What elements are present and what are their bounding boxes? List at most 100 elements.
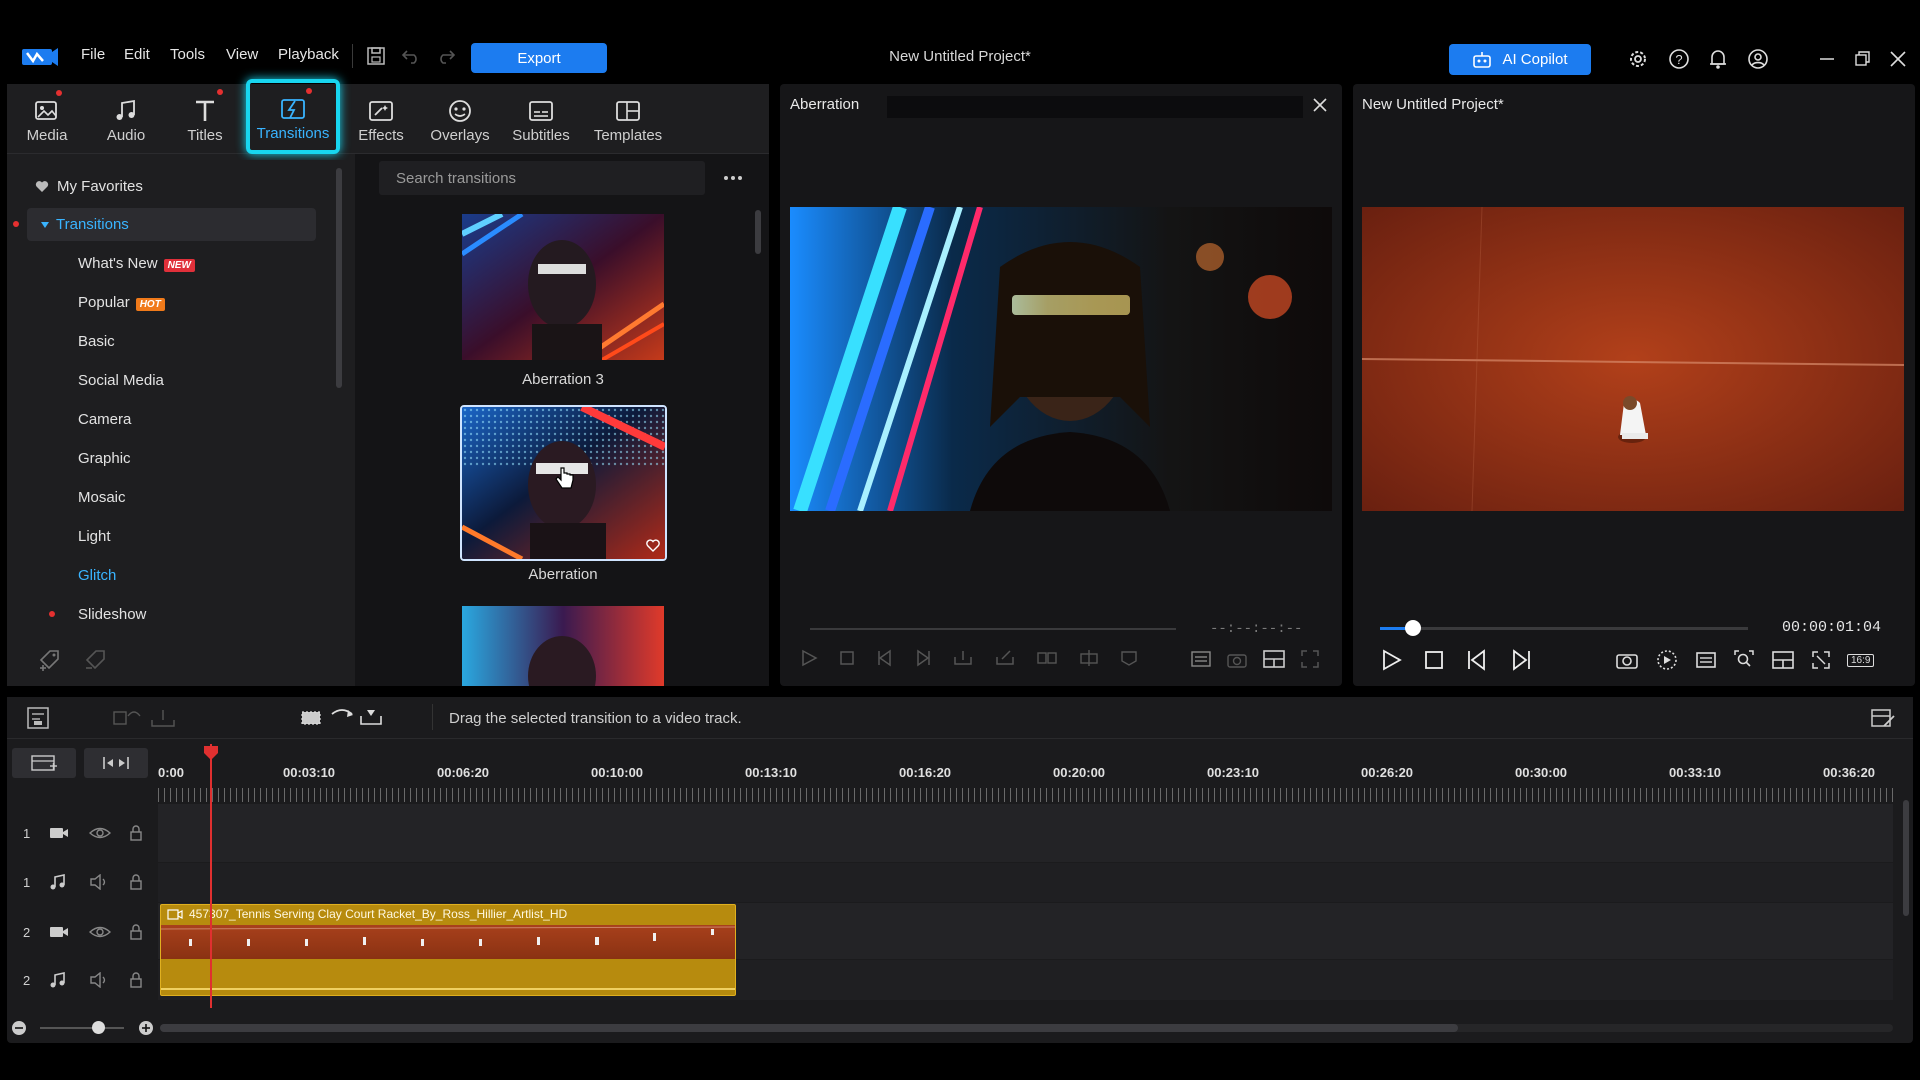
restore-icon[interactable] — [1853, 50, 1871, 68]
zoom-out-icon[interactable] — [11, 1020, 27, 1036]
lock-icon[interactable] — [129, 825, 143, 841]
tag-icon[interactable] — [1120, 649, 1138, 667]
mark-out-icon[interactable] — [994, 649, 1016, 667]
timeline-horizontal-scrollbar[interactable] — [160, 1024, 1458, 1032]
play-icon[interactable] — [800, 649, 818, 667]
next-frame-icon[interactable] — [914, 649, 932, 667]
tab-overlays[interactable]: Overlays — [421, 86, 499, 152]
tree-item-camera[interactable]: Camera — [78, 411, 131, 428]
speaker-icon[interactable] — [89, 874, 111, 890]
previous-frame-icon[interactable] — [876, 649, 894, 667]
tab-subtitles[interactable]: Subtitles — [502, 86, 580, 152]
clip-seek-bar[interactable] — [810, 628, 1176, 630]
snapshot-camera-icon[interactable] — [1615, 650, 1639, 670]
lock-icon[interactable] — [129, 874, 143, 890]
account-icon[interactable] — [1747, 48, 1769, 70]
favorite-heart-icon[interactable] — [646, 539, 660, 552]
save-icon[interactable] — [366, 46, 386, 66]
ai-copilot-button[interactable]: AI Copilot — [1449, 44, 1591, 75]
previous-frame-icon[interactable] — [1466, 649, 1488, 671]
fit-timeline-button[interactable] — [84, 748, 148, 778]
clip-preview-video[interactable] — [790, 207, 1332, 511]
tab-effects[interactable]: Effects — [342, 86, 420, 152]
project-seek-bar[interactable] — [1380, 627, 1748, 630]
tree-item-graphic[interactable]: Graphic — [78, 450, 131, 467]
notification-bell-icon[interactable] — [1708, 48, 1728, 70]
tree-item-mosaic[interactable]: Mosaic — [78, 489, 126, 506]
tree-my-favorites[interactable]: My Favorites — [35, 178, 143, 195]
add-tag-icon[interactable] — [38, 648, 64, 672]
tree-item-popular[interactable]: Popular HOT — [78, 294, 165, 311]
tab-transitions[interactable]: Transitions — [246, 79, 340, 154]
add-transition-icon[interactable] — [300, 706, 326, 730]
timeline-vertical-scrollbar[interactable] — [1903, 800, 1909, 916]
zoom-slider-handle[interactable] — [92, 1021, 105, 1034]
zoom-slider[interactable] — [40, 1027, 124, 1029]
more-options-icon[interactable] — [722, 170, 744, 186]
menu-file[interactable]: File — [81, 46, 105, 63]
timeline-video-clip[interactable]: 457307_Tennis Serving Clay Court Racket_… — [160, 904, 736, 996]
fullscreen-icon[interactable] — [1300, 649, 1320, 669]
transition-curve-icon[interactable] — [330, 706, 354, 730]
undo-icon[interactable] — [401, 47, 421, 65]
zoom-in-icon[interactable] — [138, 1020, 154, 1036]
tree-item-basic[interactable]: Basic — [78, 333, 115, 350]
render-preview-icon[interactable] — [1655, 649, 1679, 671]
transition-thumb-partial[interactable] — [462, 606, 664, 686]
tree-item-whats-new[interactable]: What's New NEW — [78, 255, 195, 272]
timeline-edit-icon[interactable] — [1870, 706, 1896, 730]
menu-edit[interactable]: Edit — [124, 46, 150, 63]
grid-scrollbar[interactable] — [755, 210, 761, 254]
stop-icon[interactable] — [1424, 650, 1444, 670]
captions-icon[interactable] — [1695, 650, 1717, 670]
mark-in-icon[interactable] — [952, 649, 974, 667]
export-button[interactable]: Export — [471, 43, 607, 73]
tree-item-light[interactable]: Light — [78, 528, 111, 545]
lock-icon[interactable] — [129, 972, 143, 988]
tab-titles[interactable]: Titles — [166, 86, 244, 152]
layout-icon[interactable] — [1262, 649, 1286, 669]
transition-mark-icon[interactable] — [358, 706, 384, 730]
close-window-icon[interactable] — [1889, 50, 1907, 68]
captions-icon[interactable] — [1190, 650, 1212, 668]
remove-tag-icon[interactable] — [84, 648, 110, 672]
layout-icon[interactable] — [1771, 650, 1795, 670]
stop-icon[interactable] — [838, 649, 856, 667]
tree-item-glitch[interactable]: Glitch — [78, 567, 116, 584]
tree-item-social-media[interactable]: Social Media — [78, 372, 164, 389]
tree-scrollbar[interactable] — [336, 168, 342, 388]
close-preview-icon[interactable] — [1312, 97, 1328, 113]
aspect-ratio-button[interactable]: 16:9 — [1847, 653, 1875, 667]
tab-templates[interactable]: Templates — [588, 86, 668, 152]
timeline-settings-icon[interactable] — [26, 706, 50, 730]
lock-icon[interactable] — [129, 924, 143, 940]
visibility-eye-icon[interactable] — [89, 826, 111, 840]
trim-clip-icon[interactable] — [148, 706, 178, 730]
track-lane-video-1[interactable] — [158, 804, 1893, 862]
tree-transitions-root[interactable]: Transitions — [27, 208, 316, 241]
help-icon[interactable]: ? — [1668, 48, 1690, 70]
insert-icon[interactable] — [1036, 649, 1058, 667]
fullscreen-icon[interactable] — [1811, 650, 1831, 670]
settings-gear-icon[interactable] — [1627, 48, 1649, 70]
split-clip-icon[interactable] — [112, 706, 142, 730]
menu-tools[interactable]: Tools — [170, 46, 205, 63]
overwrite-icon[interactable] — [1078, 649, 1100, 667]
menu-view[interactable]: View — [226, 46, 258, 63]
play-icon[interactable] — [1380, 649, 1402, 671]
zoom-icon[interactable] — [1733, 649, 1755, 671]
tab-audio[interactable]: Audio — [87, 86, 165, 152]
redo-icon[interactable] — [436, 47, 456, 65]
tab-media[interactable]: Media — [8, 86, 86, 152]
tree-item-slideshow[interactable]: Slideshow — [78, 606, 146, 623]
speaker-icon[interactable] — [89, 972, 111, 988]
next-frame-icon[interactable] — [1510, 649, 1532, 671]
menu-playback[interactable]: Playback — [278, 46, 339, 63]
transition-thumb-aberration-3[interactable] — [462, 214, 664, 360]
project-seek-handle[interactable] — [1405, 620, 1421, 636]
minimize-icon[interactable] — [1818, 50, 1836, 68]
snapshot-camera-icon[interactable] — [1226, 650, 1248, 668]
playhead-handle-icon[interactable] — [202, 744, 220, 762]
search-transitions-input[interactable]: Search transitions — [379, 161, 705, 195]
track-manager-button[interactable] — [12, 748, 76, 778]
